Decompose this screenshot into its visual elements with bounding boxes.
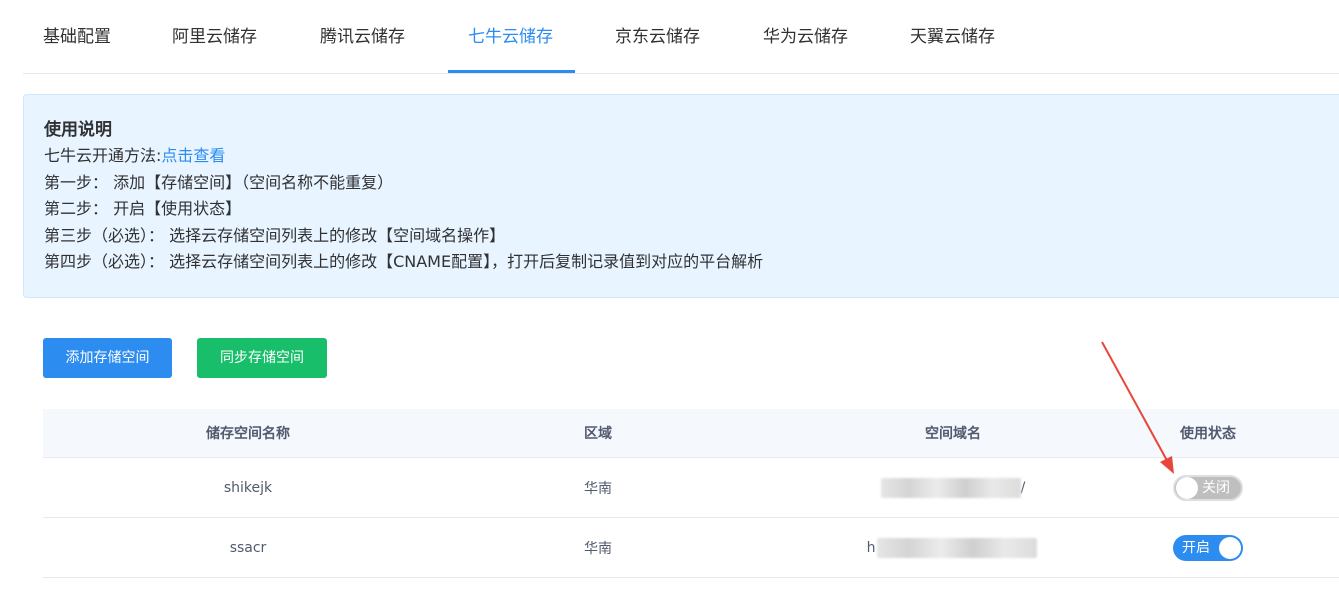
toggle-knob: [1176, 476, 1198, 499]
tab-aliyun-storage[interactable]: 阿里云储存: [172, 0, 257, 74]
domain-suffix: /: [1020, 479, 1026, 496]
domain-prefix: h: [866, 539, 876, 556]
tab-qiniu-storage[interactable]: 七牛云储存: [468, 0, 553, 74]
notice-step-2: 第二步： 开启【使用状态】: [44, 199, 242, 218]
row-domain: h: [743, 518, 1163, 577]
notice-method-link[interactable]: 点击查看: [161, 146, 225, 165]
row-region: 华南: [584, 540, 612, 557]
header-region: 区域: [584, 426, 612, 442]
sync-storage-button[interactable]: 同步存储空间: [197, 338, 327, 378]
toggle-knob: [1219, 536, 1241, 559]
header-status: 使用状态: [1180, 426, 1236, 442]
table-row: shikejk 华南 / 关闭: [43, 458, 1339, 518]
storage-table: 储存空间名称 区域 空间域名 使用状态 shikejk 华南 / 关闭 ssac…: [43, 409, 1339, 578]
tab-tianyi-storage[interactable]: 天翼云储存: [910, 0, 995, 74]
notice-method-line: 七牛云开通方法:点击查看: [44, 143, 1339, 170]
tab-basic-config[interactable]: 基础配置: [43, 0, 111, 74]
notice-step-3: 第三步（必选）： 选择云存储空间列表上的修改【空间域名操作】: [44, 225, 506, 245]
row-status: 关闭: [1163, 458, 1253, 517]
table-header: 储存空间名称 区域 空间域名 使用状态: [43, 409, 1339, 458]
notice-step-1: 第一步： 添加【存储空间】（空间名称不能重复）: [44, 172, 394, 192]
toggle-label: 关闭: [1202, 479, 1230, 496]
toggle-label: 开启: [1182, 539, 1210, 556]
notice-step-4: 第四步（必选）： 选择云存储空间列表上的修改【CNAME配置】，打开后复制记录值…: [44, 252, 764, 271]
status-toggle[interactable]: 关闭: [1173, 474, 1243, 501]
tab-jd-storage[interactable]: 京东云储存: [615, 0, 700, 74]
notice-method-label: 七牛云开通方法:: [44, 146, 162, 165]
header-domain: 空间域名: [925, 426, 981, 442]
row-region: 华南: [584, 480, 612, 497]
header-name: 储存空间名称: [206, 426, 290, 442]
add-storage-button[interactable]: 添加存储空间: [43, 338, 172, 378]
row-status: 开启: [1163, 518, 1253, 577]
usage-notice: 使用说明 七牛云开通方法:点击查看 第一步： 添加【存储空间】（空间名称不能重复…: [23, 94, 1339, 298]
row-domain: /: [743, 458, 1163, 517]
active-tab-indicator: [448, 70, 575, 73]
tab-huawei-storage[interactable]: 华为云储存: [763, 0, 848, 74]
status-toggle[interactable]: 开启: [1173, 534, 1243, 561]
table-row: ssacr 华南 h 开启: [43, 518, 1339, 578]
notice-title: 使用说明: [44, 120, 112, 140]
redacted-domain: [877, 537, 1038, 558]
tab-tencent-storage[interactable]: 腾讯云储存: [320, 0, 405, 74]
row-name: ssacr: [229, 539, 267, 556]
row-name: shikejk: [223, 479, 273, 496]
redacted-domain: [880, 477, 1021, 498]
storage-tabs: 基础配置 阿里云储存 腾讯云储存 七牛云储存 京东云储存 华为云储存 天翼云储存: [23, 0, 1339, 74]
